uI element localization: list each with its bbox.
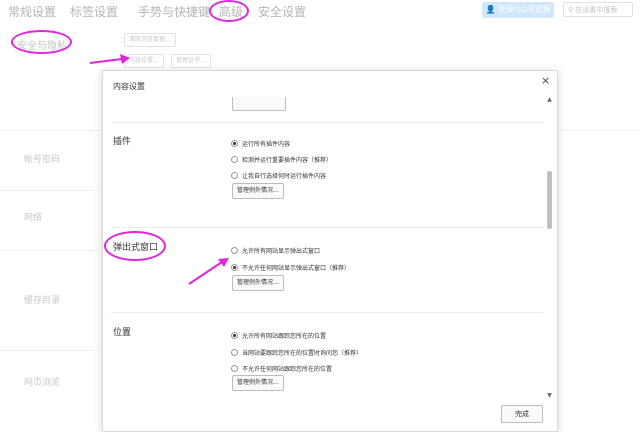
radio-option-location-allow[interactable]: 允许所有网站跟踪您所在的位置 [231, 325, 326, 340]
radio-option-location-ask[interactable]: 当网站要跟踪您所在的位置时询问您（推荐） [231, 342, 362, 357]
radio-label: 当网站要跟踪您所在的位置时询问您（推荐） [242, 350, 363, 357]
dialog-scroll-area: 插件 运行所有插件内容 检测并运行重要插件内容（推荐） 让我自行选择何时运行插件… [103, 97, 543, 401]
annotation-arrow-icon [89, 54, 130, 64]
annotation-circle-advanced-tab [209, 0, 249, 22]
radio-label: 允许所有网站跟踪您所在的位置 [242, 333, 327, 340]
section-title-location: 位置 [113, 328, 132, 338]
radio-button[interactable] [231, 264, 238, 271]
radio-button[interactable] [231, 365, 238, 372]
clear-browsing-data-button[interactable]: 清除浏览数据... [124, 33, 176, 47]
radio-option-plugins-detect[interactable]: 检测并运行重要插件内容（推荐） [231, 149, 332, 164]
close-icon[interactable]: × [541, 74, 550, 87]
annotation-circle-security-section [11, 30, 72, 54]
tab-gestures[interactable]: 手势与快捷键 [138, 3, 210, 20]
radio-button[interactable] [231, 332, 238, 339]
manage-exceptions-button[interactable] [232, 97, 286, 111]
scroll-up-arrow-icon[interactable]: ▲ [546, 97, 553, 103]
radio-button[interactable] [231, 247, 238, 254]
section-divider [111, 122, 543, 123]
login-label: 登录QQ浏览器 [497, 5, 551, 14]
manage-exceptions-button-popups[interactable]: 管理例外情况... [232, 275, 284, 291]
divider [0, 250, 100, 251]
divider [0, 130, 100, 131]
tab-tabs[interactable]: 标签设置 [70, 3, 118, 20]
login-qq-button[interactable]: 👤 登录QQ浏览器 [482, 2, 554, 18]
divider [0, 190, 100, 191]
radio-label: 不允许任何网站显示弹出式窗口（推荐） [242, 265, 351, 272]
settings-search-input[interactable]: ⚲ 在设置中搜索 [563, 2, 633, 17]
label-web-browsing: 网页浏览 [24, 378, 61, 388]
radio-label: 运行所有插件内容 [242, 141, 291, 148]
manage-exceptions-button-location[interactable]: 管理例外情况... [232, 375, 284, 391]
scrollbar-thumb[interactable] [547, 171, 552, 229]
radio-option-location-block[interactable]: 不允许任何网站跟踪您所在的位置 [231, 358, 332, 373]
radio-option-plugins-ask[interactable]: 让我自行选择何时运行插件内容 [231, 165, 326, 180]
radio-option-popups-allow[interactable]: 允许所有网站显示弹出式窗口 [231, 240, 320, 255]
tab-general[interactable]: 常规设置 [8, 3, 56, 20]
radio-option-popups-block[interactable]: 不允许任何网站显示弹出式窗口（推荐） [231, 257, 350, 272]
search-placeholder: 在设置中搜索 [575, 6, 618, 14]
manage-exceptions-button-plugins[interactable]: 管理例外情况... [232, 183, 284, 199]
scroll-down-arrow-icon[interactable]: ▼ [546, 393, 553, 399]
label-cache-directory: 缓存目录 [24, 296, 61, 306]
radio-label: 让我自行选择何时运行插件内容 [242, 173, 327, 180]
divider [0, 350, 100, 351]
label-account-password: 帐号密码 [24, 155, 61, 165]
top-tab-bar: 常规设置 标签设置 手势与快捷键 高级 安全设置 👤 登录QQ浏览器 ⚲ 在设置… [0, 0, 640, 22]
manage-certificates-button[interactable]: 管理证书... [171, 54, 211, 68]
radio-button[interactable] [231, 140, 238, 147]
radio-button[interactable] [231, 349, 238, 356]
dialog-title: 内容设置 [113, 82, 145, 91]
radio-label: 检测并运行重要插件内容（推荐） [242, 157, 333, 164]
user-icon: 👤 [485, 5, 498, 14]
label-network: 网络 [24, 213, 43, 223]
dialog-scrollbar[interactable]: ▲ ▼ [546, 97, 553, 399]
tab-security[interactable]: 安全设置 [258, 3, 306, 20]
section-divider [111, 312, 543, 313]
radio-option-plugins-run-all[interactable]: 运行所有插件内容 [231, 133, 290, 148]
radio-button[interactable] [231, 172, 238, 179]
section-title-plugins: 插件 [113, 137, 132, 147]
annotation-arrow-icon [188, 258, 229, 285]
content-settings-dialog: 内容设置 × 插件 运行所有插件内容 检测并运行重要插件内容（推荐） 让我自行选… [102, 70, 558, 432]
divider [556, 130, 640, 131]
done-button[interactable]: 完成 [501, 405, 543, 423]
section-divider [111, 227, 543, 228]
radio-button[interactable] [231, 156, 238, 163]
radio-label: 不允许任何网站跟踪您所在的位置 [242, 366, 333, 373]
annotation-circle-popups-title [104, 231, 166, 261]
radio-label: 允许所有网站显示弹出式窗口 [242, 248, 321, 255]
